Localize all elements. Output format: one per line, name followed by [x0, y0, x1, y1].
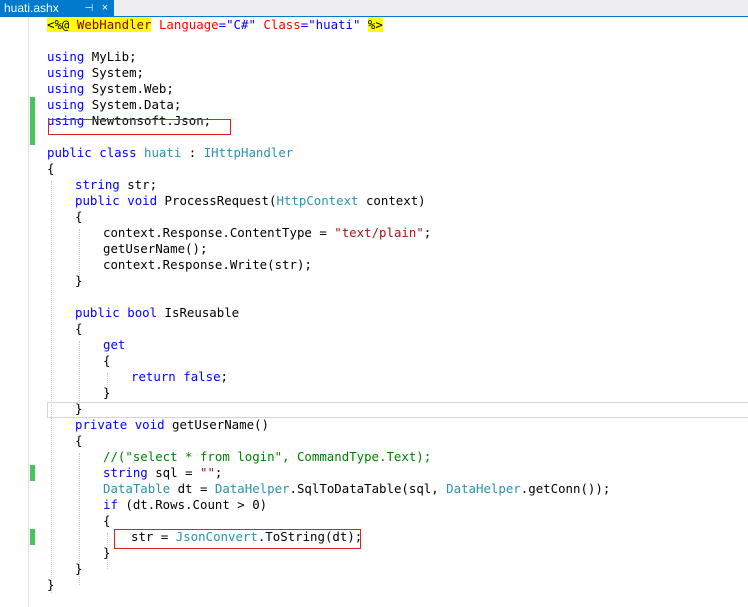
pin-icon[interactable]: ⊣: [83, 0, 95, 17]
current-line-highlight: [47, 402, 748, 418]
code-line-28: //("select * from login", CommandType.Te…: [103, 449, 432, 464]
code-line-32: {: [103, 513, 111, 528]
code-line-27: {: [75, 433, 83, 448]
code-line-12: public void ProcessRequest(HttpContext c…: [75, 193, 426, 208]
tab-title: huati.ashx: [4, 1, 59, 15]
code-line-5: using System.Web;: [47, 81, 174, 96]
code-line-35: }: [75, 561, 83, 576]
code-line-16: context.Response.Write(str);: [103, 257, 312, 272]
code-line-1: <%@ WebHandler Language="C#" Class="huat…: [47, 17, 383, 32]
code-line-10: {: [47, 161, 55, 176]
code-line-29: string sql = "";: [103, 465, 223, 480]
code-line-19: public bool IsReusable: [75, 305, 240, 320]
code-line-25: }: [75, 401, 83, 416]
code-line-26: private void getUserName(): [75, 417, 269, 432]
annotation-box-jsonconvert: [114, 529, 361, 549]
code-line-11: string str;: [75, 177, 158, 192]
code-line-6: using System.Data;: [47, 97, 182, 112]
code-line-20: {: [75, 321, 83, 336]
document-tab-bar: huati.ashx ⊣ ×: [0, 0, 748, 17]
code-line-3: using MyLib;: [47, 49, 137, 64]
tab-huati-ashx[interactable]: huati.ashx ⊣ ×: [0, 0, 114, 17]
code-line-34: }: [103, 545, 111, 560]
code-line-15: getUserName();: [103, 241, 208, 256]
code-line-17: }: [75, 273, 83, 288]
code-line-21: get: [103, 337, 126, 352]
code-editor[interactable]: <%@ WebHandler Language="C#" Class="huat…: [0, 17, 748, 607]
code-line-14: context.Response.ContentType = "text/pla…: [103, 225, 432, 240]
annotation-box-using-newtonsoft: [48, 119, 231, 135]
code-line-22: {: [103, 353, 111, 368]
code-line-30: DataTable dt = DataHelper.SqlToDataTable…: [103, 481, 611, 496]
code-line-13: {: [75, 209, 83, 224]
code-line-9: public class huati : IHttpHandler: [47, 145, 294, 160]
code-line-36: }: [47, 577, 55, 592]
indent-guide: [51, 181, 52, 593]
code-line-4: using System;: [47, 65, 144, 80]
code-line-24: }: [103, 385, 111, 400]
close-icon[interactable]: ×: [99, 0, 111, 17]
code-line-31: if (dt.Rows.Count > 0): [103, 497, 268, 512]
code-line-23: return false;: [131, 369, 229, 384]
